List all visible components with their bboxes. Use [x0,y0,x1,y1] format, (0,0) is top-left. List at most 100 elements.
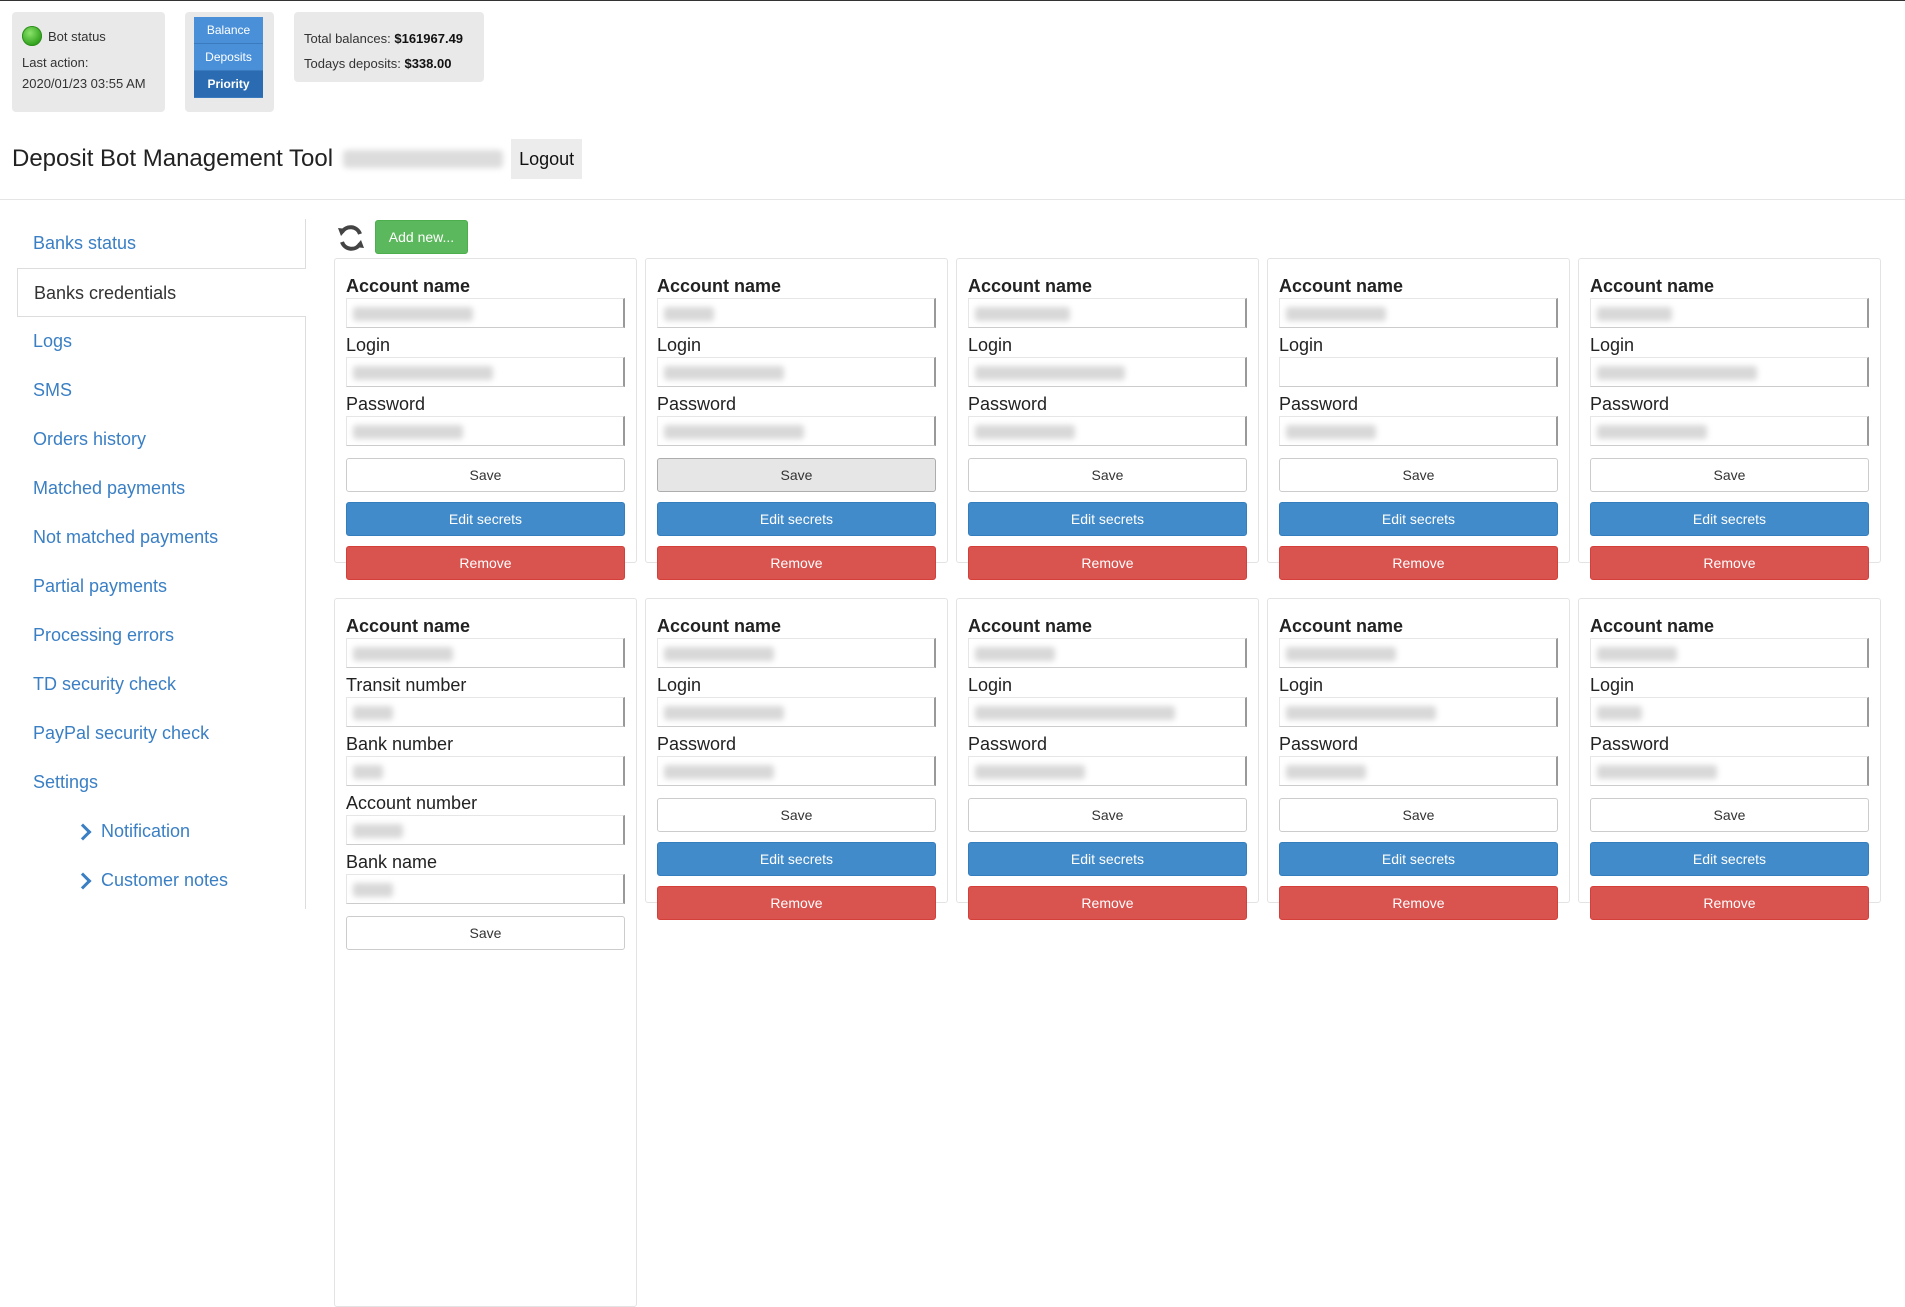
field-input[interactable] [346,756,625,786]
field-input[interactable] [968,697,1247,727]
field-input[interactable] [346,697,625,727]
field-input[interactable] [968,298,1247,328]
field-input[interactable] [968,416,1247,446]
sidebar-item-settings[interactable]: Settings [17,758,305,807]
field-input[interactable] [968,638,1247,668]
sidebar-item-logs[interactable]: Logs [17,317,305,366]
field-input[interactable] [968,357,1247,387]
redacted-value [664,425,804,439]
sidebar-item-banks-credentials[interactable]: Banks credentials [17,268,306,317]
field-input[interactable] [1279,756,1558,786]
save-button[interactable]: Save [657,458,936,492]
edit-secrets-button[interactable]: Edit secrets [1279,502,1558,536]
sidebar-item-banks-status[interactable]: Banks status [17,219,305,268]
status-indicator-icon [22,26,42,46]
sidebar-item-paypal-security-check[interactable]: PayPal security check [17,709,305,758]
field-input[interactable] [968,756,1247,786]
field-input[interactable] [1590,697,1869,727]
sidebar-item-processing-errors[interactable]: Processing errors [17,611,305,660]
add-new-button[interactable]: Add new... [375,220,468,254]
edit-secrets-button[interactable]: Edit secrets [1590,842,1869,876]
mode-deposits-button[interactable]: Deposits [194,44,263,71]
redacted-value [664,307,714,321]
field-input[interactable] [657,756,936,786]
redacted-value [1597,366,1757,380]
field-input[interactable] [657,697,936,727]
sidebar-subitem-label: Customer notes [101,870,229,890]
chevron-right-icon [74,872,92,889]
edit-secrets-button[interactable]: Edit secrets [657,502,936,536]
title-row: Deposit Bot Management Tool Logout [12,139,583,179]
remove-button[interactable]: Remove [968,886,1247,920]
logout-button[interactable]: Logout [511,139,583,179]
field-input[interactable] [346,815,625,845]
field-input[interactable] [1279,357,1558,387]
field-input[interactable] [346,874,625,904]
remove-button[interactable]: Remove [1279,886,1558,920]
edit-secrets-button[interactable]: Edit secrets [968,502,1247,536]
mode-priority-button[interactable]: Priority [194,71,263,98]
field-input[interactable] [346,638,625,668]
edit-secrets-button[interactable]: Edit secrets [657,842,936,876]
field-input[interactable] [1590,357,1869,387]
remove-button[interactable]: Remove [1590,886,1869,920]
field-input[interactable] [1279,697,1558,727]
redacted-value [975,307,1070,321]
field-input[interactable] [1590,756,1869,786]
sidebar-item-td-security-check[interactable]: TD security check [17,660,305,709]
save-button[interactable]: Save [346,458,625,492]
save-button[interactable]: Save [968,798,1247,832]
save-button[interactable]: Save [968,458,1247,492]
redacted-value [975,366,1125,380]
mode-balance-button[interactable]: Balance [194,17,263,44]
field-label: Login [1279,675,1324,695]
sidebar-subitem-customer-notes[interactable]: Customer notes [17,856,305,905]
field-label: Account number [346,793,478,813]
remove-button[interactable]: Remove [657,886,936,920]
save-button[interactable]: Save [1590,798,1869,832]
field-input[interactable] [1590,638,1869,668]
redacted-value [975,706,1175,720]
save-button[interactable]: Save [1279,798,1558,832]
field-input[interactable] [1279,416,1558,446]
field-input[interactable] [346,416,625,446]
remove-button[interactable]: Remove [1279,546,1558,580]
bot-status-label: Bot status [48,28,106,44]
field-input[interactable] [657,638,936,668]
sidebar-item-sms[interactable]: SMS [17,366,305,415]
redacted-value [664,366,784,380]
field-input[interactable] [1279,298,1558,328]
edit-secrets-button[interactable]: Edit secrets [346,502,625,536]
field-input[interactable] [657,357,936,387]
sidebar-subitem-notification[interactable]: Notification [17,807,305,856]
save-button[interactable]: Save [657,798,936,832]
sidebar-item-matched-payments[interactable]: Matched payments [17,464,305,513]
field-input[interactable] [657,298,936,328]
field-label: Account name [346,616,471,636]
remove-button[interactable]: Remove [657,546,936,580]
remove-button[interactable]: Remove [968,546,1247,580]
remove-button[interactable]: Remove [346,546,625,580]
save-button[interactable]: Save [346,916,625,950]
field-input[interactable] [346,357,625,387]
remove-button[interactable]: Remove [1590,546,1869,580]
field-label: Bank number [346,734,454,754]
save-button[interactable]: Save [1279,458,1558,492]
field-label: Login [1279,335,1324,355]
field-input[interactable] [346,298,625,328]
save-button[interactable]: Save [1590,458,1869,492]
edit-secrets-button[interactable]: Edit secrets [968,842,1247,876]
field-input[interactable] [1590,298,1869,328]
sidebar-item-not-matched-payments[interactable]: Not matched payments [17,513,305,562]
refresh-icon[interactable] [336,223,366,253]
field-label: Password [1590,394,1670,414]
sidebar-item-orders-history[interactable]: Orders history [17,415,305,464]
sidebar-item-partial-payments[interactable]: Partial payments [17,562,305,611]
field-label: Login [346,335,391,355]
field-input[interactable] [1279,638,1558,668]
edit-secrets-button[interactable]: Edit secrets [1590,502,1869,536]
edit-secrets-button[interactable]: Edit secrets [1279,842,1558,876]
field-input[interactable] [1590,416,1869,446]
field-input[interactable] [657,416,936,446]
redacted-value [353,307,473,321]
